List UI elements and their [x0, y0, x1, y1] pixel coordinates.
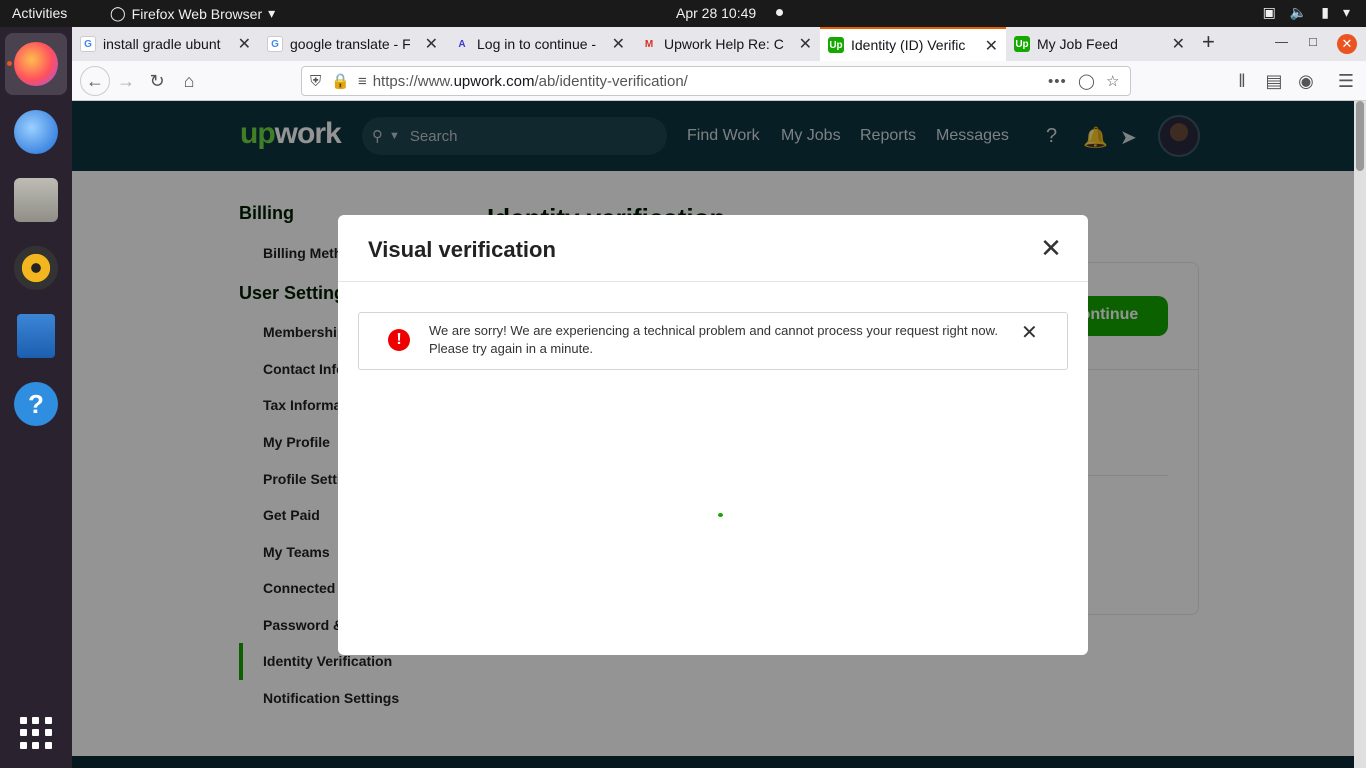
close-tab-icon[interactable]: ✕ — [1172, 34, 1185, 54]
maximize-icon[interactable]: □ — [1309, 34, 1317, 49]
upwork-favicon-icon: Up — [1014, 36, 1030, 52]
battery-icon: ▮ — [1321, 4, 1329, 20]
clock[interactable]: Apr 28 10:49 — [676, 5, 756, 21]
show-applications-icon[interactable] — [20, 717, 52, 749]
pocket-icon[interactable]: ◯ — [1078, 72, 1095, 90]
chevron-down-icon: ▾ — [1342, 4, 1350, 20]
loading-spinner-icon — [718, 513, 723, 517]
error-icon: ! — [388, 329, 410, 351]
tab-title: install gradle ubunt — [103, 36, 221, 52]
page-content: upwork ⚲ ▼ Search Find Work My Jobs Repo… — [72, 101, 1354, 768]
close-tab-icon[interactable]: ✕ — [799, 34, 812, 54]
page-actions-icon[interactable]: ••• — [1048, 73, 1067, 90]
close-icon[interactable]: ✕ — [1038, 235, 1064, 261]
atlassian-favicon-icon: A — [458, 38, 466, 50]
url-path: /ab/identity-verification/ — [534, 72, 688, 90]
close-tab-icon[interactable]: ✕ — [985, 36, 998, 56]
rhythmbox-icon — [14, 246, 58, 290]
tab-install-gradle[interactable]: G install gradle ubunt ✕ — [72, 27, 259, 61]
running-indicator — [7, 61, 12, 66]
url-bar[interactable]: ⛨ 🔒 ≡ https://www. upwork.com/ab/identity… — [301, 66, 1131, 96]
reload-icon[interactable]: ↻ — [145, 69, 169, 93]
network-icon: ▣ — [1262, 4, 1276, 20]
chevron-down-icon: ▾ — [268, 5, 276, 21]
google-favicon-icon: G — [80, 36, 96, 52]
permissions-icon: ≡ — [357, 72, 367, 90]
tab-strip: G install gradle ubunt ✕ G google transl… — [72, 27, 1366, 61]
tab-title: google translate - F — [290, 36, 410, 52]
home-icon[interactable]: ⌂ — [177, 69, 201, 93]
dock-rhythmbox[interactable] — [5, 237, 67, 299]
navigation-toolbar: ← → ↻ ⌂ ⛨ 🔒 ≡ https://www. upwork.com/ab/… — [72, 61, 1366, 101]
gmail-favicon-icon: M — [644, 38, 654, 50]
dock-writer[interactable] — [5, 305, 67, 367]
tab-title: Upwork Help Re: Cc — [664, 36, 784, 52]
volume-icon: 🔈 — [1289, 4, 1308, 20]
tab-title: Log in to continue - — [477, 36, 597, 52]
tab-identity-verification[interactable]: Up Identity (ID) Verific ✕ — [820, 27, 1006, 61]
close-tab-icon[interactable]: ✕ — [238, 34, 251, 54]
sidebar-icon[interactable]: ▤ — [1262, 69, 1286, 93]
scrollbar[interactable] — [1354, 101, 1366, 768]
url-prefix: https://www. — [372, 72, 454, 90]
google-favicon-icon: G — [267, 36, 283, 52]
app-menu-label: Firefox Web Browser — [131, 5, 263, 22]
forward-icon[interactable]: → — [114, 69, 138, 93]
error-message: We are sorry! We are experiencing a tech… — [429, 323, 998, 356]
new-tab-icon[interactable]: + — [1202, 29, 1215, 55]
close-tab-icon[interactable]: ✕ — [612, 34, 625, 54]
modal-title: Visual verification — [368, 237, 556, 262]
dock-help[interactable]: ? — [5, 373, 67, 435]
files-icon — [14, 178, 58, 222]
thunderbird-icon — [14, 110, 58, 154]
writer-icon — [17, 314, 55, 358]
firefox-icon — [14, 42, 58, 86]
tab-title: My Job Feed — [1037, 36, 1118, 52]
upwork-favicon-icon: Up — [828, 37, 844, 53]
activities-button[interactable]: Activities — [12, 5, 67, 21]
dock: ? — [0, 27, 72, 768]
bookmark-star-icon[interactable]: ☆ — [1106, 72, 1119, 90]
dock-files[interactable] — [5, 169, 67, 231]
error-alert: ! We are sorry! We are experiencing a te… — [358, 312, 1068, 370]
notification-dot-icon — [776, 9, 783, 16]
account-icon[interactable]: ◉ — [1294, 69, 1318, 93]
scrollbar-thumb[interactable] — [1356, 101, 1364, 171]
tab-title: Identity (ID) Verific — [851, 37, 966, 53]
library-icon[interactable]: ‖ — [1230, 69, 1254, 93]
lock-icon: 🔒 — [331, 73, 350, 90]
firefox-window: G install gradle ubunt ✕ G google transl… — [72, 27, 1366, 768]
tab-upwork-help[interactable]: M Upwork Help Re: Cc ✕ — [633, 27, 820, 61]
close-alert-icon[interactable]: ✕ — [1021, 320, 1038, 345]
tab-google-translate[interactable]: G google translate - F ✕ — [259, 27, 446, 61]
close-window-icon[interactable]: ✕ — [1337, 34, 1357, 54]
tab-log-in[interactable]: A Log in to continue - ✕ — [446, 27, 633, 61]
firefox-small-icon: ◯ — [110, 5, 126, 21]
close-tab-icon[interactable]: ✕ — [425, 34, 438, 54]
system-tray[interactable]: ▣ 🔈 ▮ ▾ — [1263, 4, 1350, 21]
back-icon[interactable]: ← — [80, 66, 110, 96]
system-top-bar: Activities ◯ Firefox Web Browser ▾ Apr 2… — [0, 0, 1366, 27]
dock-firefox[interactable] — [5, 33, 67, 95]
url-domain: upwork.com — [453, 72, 535, 90]
visual-verification-modal: Visual verification ✕ ! We are sorry! We… — [338, 215, 1088, 655]
minimize-icon[interactable]: — — [1275, 34, 1288, 49]
help-icon: ? — [14, 382, 58, 426]
tab-my-job-feed[interactable]: Up My Job Feed ✕ — [1006, 27, 1193, 61]
app-menu[interactable]: ◯ Firefox Web Browser ▾ — [110, 5, 275, 22]
shield-icon: ⛨ — [310, 72, 322, 90]
dock-thunderbird[interactable] — [5, 101, 67, 163]
divider — [338, 281, 1088, 282]
menu-icon[interactable]: ☰ — [1334, 69, 1358, 93]
